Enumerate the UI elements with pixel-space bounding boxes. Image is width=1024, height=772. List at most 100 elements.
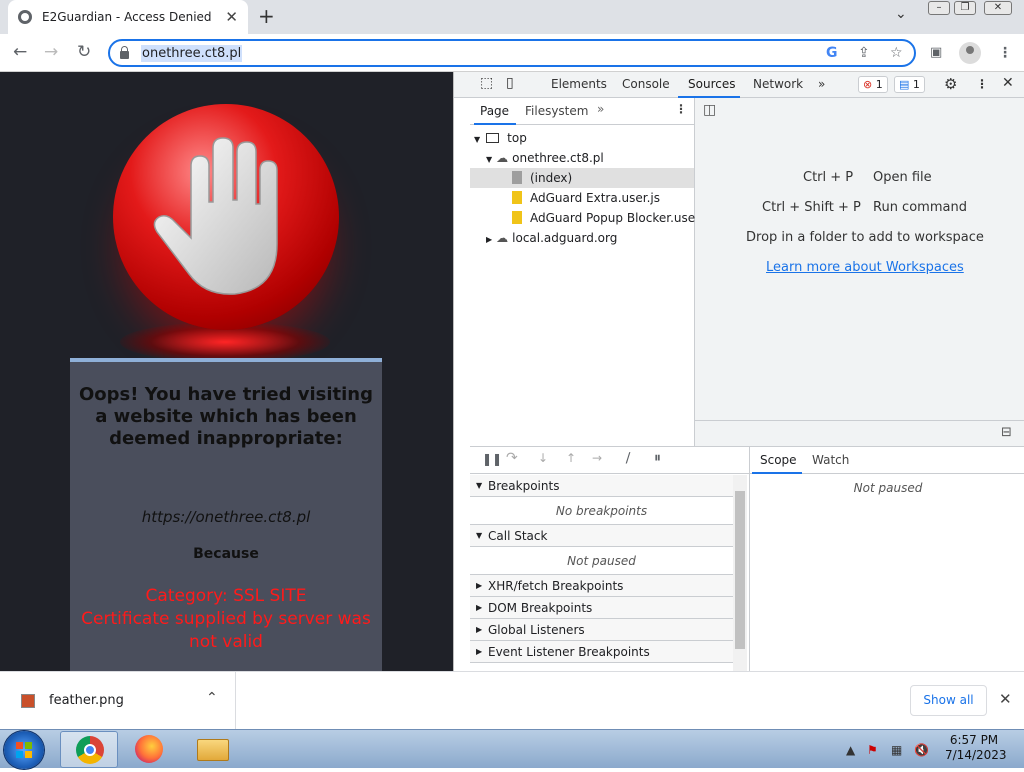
google-icon[interactable]: G	[826, 45, 838, 61]
download-file-name[interactable]: feather.png	[49, 693, 124, 708]
tab-filesystem[interactable]: Filesystem	[525, 104, 588, 118]
new-tab-button[interactable]: +	[258, 5, 275, 27]
collapse-triangle-icon: ▶	[476, 625, 483, 634]
tab-watch[interactable]: Watch	[812, 453, 849, 467]
toggle-debugger-icon[interactable]: ⊟	[1001, 425, 1012, 440]
tab-elements[interactable]: Elements	[551, 77, 607, 91]
section-dom-breakpoints[interactable]: ▶ DOM Breakpoints	[470, 597, 733, 619]
expand-triangle-icon: ▼	[476, 481, 483, 490]
back-arrow-icon[interactable]: ←	[13, 43, 27, 61]
scrollbar-thumb[interactable]	[735, 491, 745, 649]
script-file-icon	[512, 211, 522, 224]
taskbar-clock[interactable]: 6:57 PM 7/14/2023	[945, 733, 1007, 763]
url-text[interactable]: onethree.ct8.pl	[141, 44, 243, 62]
download-bar-close-icon[interactable]: ✕	[999, 690, 1012, 708]
volume-muted-icon[interactable]: 🔇	[914, 743, 929, 757]
toggle-navigator-icon[interactable]: ◫	[703, 102, 716, 118]
learn-workspaces-link[interactable]: Learn more about Workspaces	[766, 260, 964, 275]
show-hidden-icons-chevron[interactable]: ▲	[846, 743, 855, 757]
navigator-more-chevron-icon[interactable]: »	[597, 102, 604, 116]
section-xhr-breakpoints[interactable]: ▶ XHR/fetch Breakpoints	[470, 575, 733, 597]
scope-status: Not paused	[853, 481, 923, 495]
lock-icon[interactable]	[120, 46, 129, 59]
step-out-icon[interactable]: ↑	[566, 451, 576, 465]
shortcut-open-file-label: Open file	[873, 170, 932, 185]
denied-heading: Oops! You have tried visiting a website …	[78, 384, 373, 449]
expand-triangle-icon: ▼	[486, 155, 493, 164]
tree-item-domain[interactable]: ▼ ☁ onethree.ct8.pl	[486, 148, 604, 168]
tree-item-adguard-popup[interactable]: AdGuard Popup Blocker.user.js	[512, 208, 712, 228]
side-panel-icon[interactable]: ▣	[930, 45, 942, 60]
share-icon[interactable]: ⇪	[858, 45, 870, 61]
download-options-chevron-icon[interactable]: ⌃	[206, 690, 218, 706]
message-icon: ▤	[899, 78, 910, 91]
taskbar-chrome[interactable]	[60, 731, 118, 768]
section-call-stack[interactable]: ▼ Call Stack	[470, 525, 733, 547]
step-icon[interactable]: →	[592, 451, 602, 465]
taskbar-firefox[interactable]	[120, 731, 178, 768]
cloud-icon: ☁	[496, 231, 509, 245]
debugger-scrollbar[interactable]	[733, 475, 747, 672]
collapse-triangle-icon: ▶	[476, 603, 483, 612]
tree-item-local-adguard[interactable]: ▶ ☁ local.adguard.org	[486, 228, 617, 248]
section-global-listeners[interactable]: ▶ Global Listeners	[470, 619, 733, 641]
folder-icon	[197, 739, 229, 761]
tab-search-chevron-icon[interactable]: ⌄	[895, 6, 907, 22]
navigator-tab-indicator	[474, 123, 516, 125]
device-toolbar-icon[interactable]: ▯	[506, 75, 514, 91]
devtools-close-icon[interactable]: ✕	[1002, 75, 1014, 91]
show-all-button[interactable]: Show all	[910, 685, 987, 716]
editor-bottom-bar: ⊟	[695, 420, 1024, 446]
reload-icon[interactable]: ↻	[77, 43, 91, 61]
message-count-badge[interactable]: ▤ 1	[894, 76, 925, 93]
maximize-button[interactable]: ❐	[954, 1, 976, 15]
image-file-icon	[21, 694, 35, 708]
step-into-icon[interactable]: ↓	[538, 451, 548, 465]
tab-scope[interactable]: Scope	[760, 453, 797, 467]
browser-menu-icon[interactable]: ⋮	[998, 45, 1012, 61]
profile-avatar[interactable]	[959, 42, 981, 64]
tree-item-index[interactable]: (index)	[470, 168, 694, 188]
minimize-button[interactable]: –	[928, 1, 950, 15]
pause-on-exceptions-icon[interactable]: ⏸	[654, 450, 661, 466]
tab-console[interactable]: Console	[622, 77, 670, 91]
tab-title: E2Guardian - Access Denied	[42, 10, 212, 24]
navigator-menu-icon[interactable]: ⋮	[675, 102, 687, 116]
bookmark-star-icon[interactable]: ☆	[890, 45, 903, 61]
network-icon[interactable]: ▦	[891, 743, 902, 757]
browser-tab[interactable]: E2Guardian - Access Denied ✕	[8, 0, 248, 34]
action-center-flag-icon[interactable]: ⚑	[867, 743, 878, 757]
download-item[interactable]: feather.png ⌃	[0, 672, 236, 729]
settings-gear-icon[interactable]: ⚙	[944, 75, 957, 93]
shortcut-run-command-key: Ctrl + Shift + P	[762, 200, 861, 215]
tab-sources[interactable]: Sources	[688, 77, 735, 91]
error-icon: ⊗	[863, 78, 873, 91]
chrome-center	[84, 744, 96, 756]
inspect-element-icon[interactable]: ⬚	[480, 75, 493, 91]
pause-icon[interactable]: ❚❚	[482, 452, 502, 466]
more-tabs-chevron-icon[interactable]: »	[818, 77, 825, 91]
section-event-listener-breakpoints[interactable]: ▶ Event Listener Breakpoints	[470, 641, 733, 663]
block-reason: Category: SSL SITE Certificate supplied …	[70, 585, 382, 654]
address-bar[interactable]: onethree.ct8.pl	[108, 39, 916, 67]
tab-close-icon[interactable]: ✕	[225, 9, 238, 25]
taskbar-explorer[interactable]	[182, 731, 240, 768]
debugger-sidebar: ❚❚ ↷ ↓ ↑ → ⧸ ⏸ ▼ Breakpoints No breakpoin…	[470, 446, 749, 672]
window-close-button[interactable]: ✕	[984, 1, 1012, 15]
tab-network[interactable]: Network	[753, 77, 803, 91]
frame-icon	[486, 133, 500, 143]
deactivate-breakpoints-icon[interactable]: ⧸	[626, 451, 630, 466]
section-breakpoints[interactable]: ▼ Breakpoints	[470, 475, 733, 497]
tree-item-top[interactable]: ▼ top	[474, 128, 527, 148]
devtools-menu-icon[interactable]: ⋮	[976, 77, 988, 91]
tab-page[interactable]: Page	[480, 104, 509, 118]
because-label: Because	[193, 546, 259, 562]
step-over-icon[interactable]: ↷	[506, 450, 518, 466]
no-breakpoints-text: No breakpoints	[470, 497, 733, 525]
start-button[interactable]	[4, 731, 44, 769]
forward-arrow-icon[interactable]: →	[44, 43, 58, 61]
error-count-badge[interactable]: ⊗ 1	[858, 76, 888, 93]
scope-tabs: Scope Watch	[750, 447, 1024, 474]
tree-item-adguard-extra[interactable]: AdGuard Extra.user.js	[512, 188, 660, 208]
drop-folder-hint: Drop in a folder to add to workspace	[746, 230, 984, 245]
